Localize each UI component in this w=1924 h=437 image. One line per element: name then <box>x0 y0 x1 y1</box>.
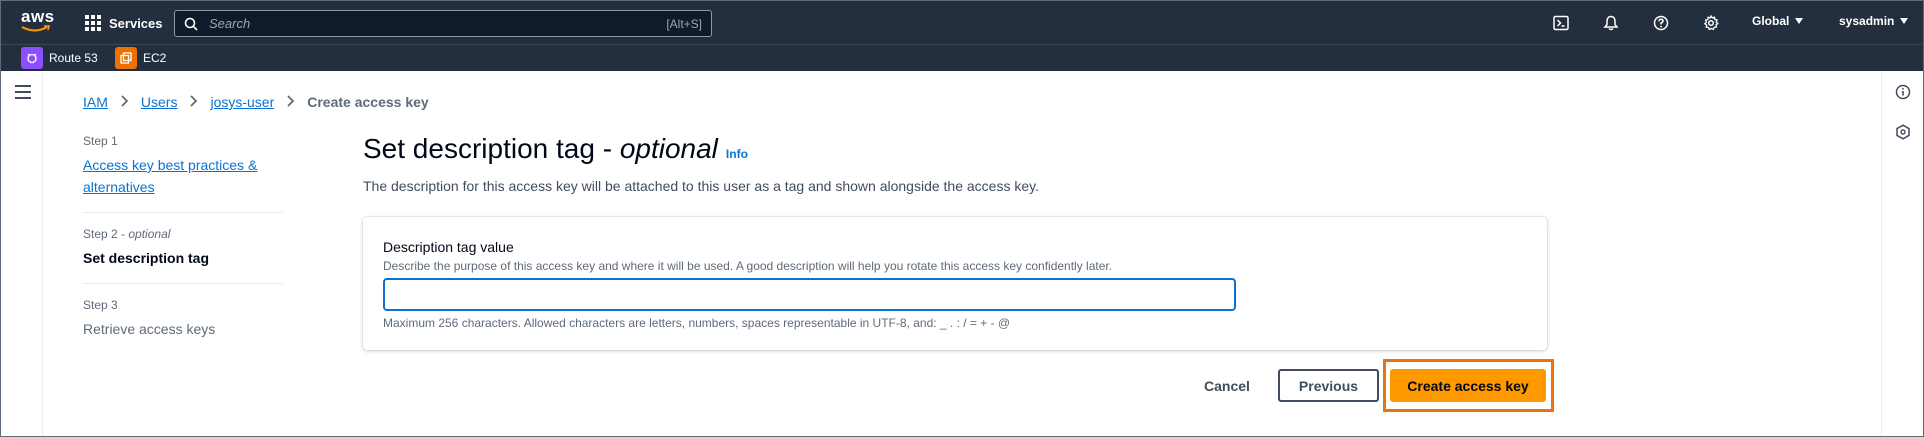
favorite-ec2[interactable]: EC2 <box>115 47 166 69</box>
services-grid-icon <box>85 15 101 31</box>
account-label: sysadmin <box>1839 14 1895 28</box>
region-label: Global <box>1752 14 1790 28</box>
favorites-bar: Route 53 EC2 <box>1 44 1923 71</box>
previous-button[interactable]: Previous <box>1278 369 1379 402</box>
chevron-right-icon <box>120 94 129 110</box>
wizard-step-1: Step 1 Access key best practices & alter… <box>83 134 283 213</box>
wizard-step-3: Step 3 Retrieve access keys <box>83 298 283 354</box>
notifications-button[interactable] <box>1601 13 1621 33</box>
caret-down-icon <box>1900 18 1909 24</box>
menu-hamburger-icon[interactable] <box>15 85 31 99</box>
create-access-key-button[interactable]: Create access key <box>1390 369 1546 402</box>
left-rail <box>1 72 43 436</box>
breadcrumb-user[interactable]: josys-user <box>210 94 274 110</box>
breadcrumb-iam[interactable]: IAM <box>83 94 108 110</box>
top-navigation: aws Services [Alt+S] <box>1 1 1923 44</box>
page-title: Set description tag - optional <box>363 133 718 164</box>
description-tag-input[interactable] <box>383 278 1236 311</box>
gear-icon <box>1703 15 1719 31</box>
breadcrumb-users[interactable]: Users <box>141 94 178 110</box>
help-icon <box>1653 15 1669 31</box>
aws-smile-icon <box>21 25 51 32</box>
wizard-steps: Step 1 Access key best practices & alter… <box>83 134 283 368</box>
right-rail <box>1881 72 1923 436</box>
cancel-button[interactable]: Cancel <box>1204 378 1250 394</box>
caret-down-icon <box>1795 18 1804 24</box>
wizard-step-2: Step 2 - optional Set description tag <box>83 227 283 284</box>
settings-button[interactable] <box>1701 13 1721 33</box>
search-icon <box>184 17 198 31</box>
chevron-right-icon <box>189 94 198 110</box>
aws-logo-text: aws <box>21 7 55 26</box>
account-menu[interactable]: sysadmin <box>1839 14 1909 28</box>
services-menu-button[interactable]: Services <box>85 13 163 33</box>
step-number: Step 2 - optional <box>83 227 171 241</box>
search-shortcut-hint: [Alt+S] <box>666 17 702 31</box>
notifications-bell-icon <box>1603 15 1619 31</box>
search-input[interactable] <box>209 14 609 33</box>
cloudshell-button[interactable] <box>1551 13 1571 33</box>
breadcrumb-current: Create access key <box>307 94 429 110</box>
step-title-current: Set description tag <box>83 250 210 266</box>
info-link[interactable]: Info <box>726 147 748 161</box>
description-tag-container: Description tag value Describe the purpo… <box>363 217 1547 350</box>
page-description: The description for this access key will… <box>363 178 1039 194</box>
search-box[interactable]: [Alt+S] <box>174 10 712 37</box>
breadcrumb: IAM Users josys-user Create access key <box>83 94 429 110</box>
services-label: Services <box>109 15 163 31</box>
browser-frame: aws Services [Alt+S] <box>0 0 1924 437</box>
route53-icon <box>21 47 43 69</box>
chevron-right-icon <box>286 94 295 110</box>
field-constraint: Maximum 256 characters. Allowed characte… <box>383 316 1011 330</box>
region-selector[interactable]: Global <box>1752 14 1804 28</box>
favorite-label: Route 53 <box>49 51 98 65</box>
info-panel-icon[interactable] <box>1895 84 1911 100</box>
cloudshell-icon <box>1553 15 1569 31</box>
favorite-label: EC2 <box>143 51 167 65</box>
favorite-route53[interactable]: Route 53 <box>21 47 98 69</box>
step-number: Step 1 <box>83 134 118 148</box>
step-number: Step 3 <box>83 298 118 312</box>
hexagon-feedback-icon[interactable] <box>1895 124 1911 140</box>
field-label: Description tag value <box>383 239 514 255</box>
field-description: Describe the purpose of this access key … <box>383 259 1113 273</box>
ec2-icon <box>115 47 137 69</box>
page-heading: Set description tag - optional Info <box>363 133 748 165</box>
help-button[interactable] <box>1651 13 1671 33</box>
step-link-best-practices[interactable]: Access key best practices & alternatives <box>83 154 283 198</box>
create-access-key-highlight: Create access key <box>1383 359 1554 412</box>
aws-logo[interactable]: aws <box>21 8 55 36</box>
step-title-disabled: Retrieve access keys <box>83 321 216 337</box>
